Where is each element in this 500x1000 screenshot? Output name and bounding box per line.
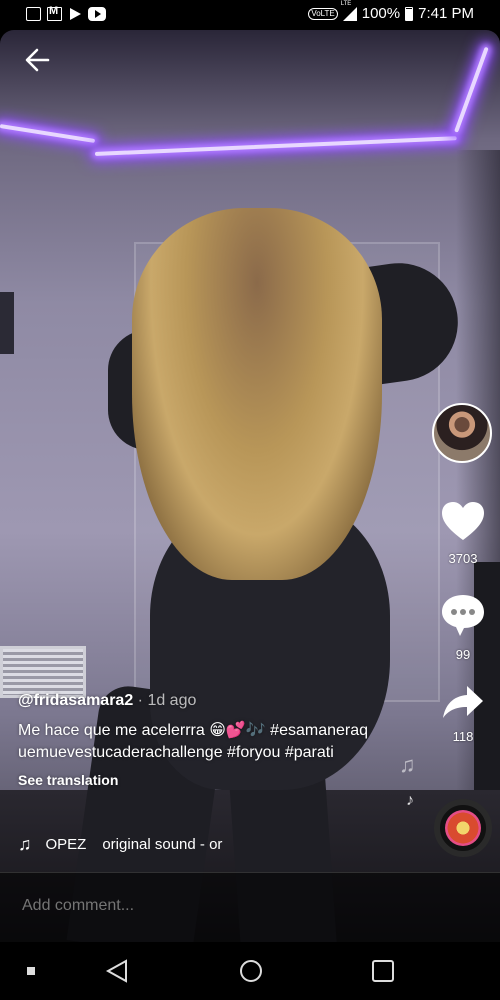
nav-recents-icon[interactable] bbox=[370, 958, 396, 984]
see-translation-link[interactable]: See translation bbox=[18, 772, 378, 788]
volte-icon: VoLTE bbox=[308, 7, 338, 20]
comment-input[interactable] bbox=[22, 897, 442, 915]
android-nav-bar bbox=[0, 942, 500, 1000]
arrow-left-icon bbox=[25, 48, 50, 72]
led-strip bbox=[94, 136, 457, 156]
sound-title: original sound - or bbox=[102, 836, 223, 853]
wall-vent bbox=[0, 646, 86, 698]
video-player[interactable] bbox=[0, 30, 500, 942]
sound-author: OPEZ bbox=[45, 836, 87, 853]
gallery-icon bbox=[26, 7, 41, 21]
youtube-icon bbox=[88, 7, 106, 21]
comment-count: 99 bbox=[455, 647, 471, 662]
play-store-icon bbox=[68, 7, 82, 21]
share-count: 118 bbox=[452, 729, 474, 744]
music-disc-button[interactable] bbox=[434, 799, 492, 857]
system-indicators: VoLTE LTE 100% 7:41 PM bbox=[308, 1, 474, 22]
post-time: · 1d ago bbox=[133, 692, 197, 709]
signal-icon: LTE bbox=[341, 1, 357, 21]
battery-percent: 100% bbox=[361, 5, 401, 22]
like-count: 3703 bbox=[448, 551, 478, 566]
wall-frame bbox=[0, 292, 14, 354]
music-note-icon: ♫ bbox=[18, 834, 32, 854]
comment-bar bbox=[0, 872, 500, 942]
led-strip bbox=[0, 124, 96, 143]
sound-link[interactable]: ♫ OPEZ original sound - or bbox=[18, 834, 266, 855]
led-strip bbox=[454, 46, 489, 133]
heart-icon bbox=[442, 502, 484, 540]
post-caption: @fridasamara2 · 1d ago Me hace que me ac… bbox=[18, 692, 378, 788]
username-link[interactable]: @fridasamara2 bbox=[18, 692, 133, 709]
back-button[interactable] bbox=[18, 40, 58, 80]
post-description: Me hace que me acelerrra 😁💕🎶 #esamaneraq… bbox=[18, 722, 369, 761]
music-note-icon: ♫ bbox=[399, 752, 416, 777]
battery-icon bbox=[405, 6, 414, 21]
like-button[interactable]: 3703 bbox=[433, 500, 493, 566]
gmail-icon bbox=[47, 5, 62, 21]
status-bar: VoLTE LTE 100% 7:41 PM bbox=[0, 0, 500, 30]
creator-avatar[interactable] bbox=[432, 403, 492, 463]
clock: 7:41 PM bbox=[418, 5, 474, 22]
album-art bbox=[445, 810, 481, 846]
share-arrow-icon bbox=[443, 686, 483, 718]
recent-dot-icon bbox=[27, 967, 35, 975]
nav-back-icon[interactable] bbox=[104, 958, 130, 984]
person-hair bbox=[132, 208, 382, 580]
author-line: @fridasamara2 · 1d ago bbox=[18, 692, 378, 710]
comment-bubble-icon bbox=[442, 595, 484, 636]
nav-home-icon[interactable] bbox=[238, 958, 264, 984]
music-note-icon: ♪ bbox=[406, 792, 414, 809]
notification-icons bbox=[26, 5, 106, 21]
share-button[interactable]: 118 bbox=[433, 684, 493, 744]
sound-marquee: OPEZ original sound - or bbox=[46, 836, 266, 853]
comment-button[interactable]: 99 bbox=[433, 592, 493, 662]
